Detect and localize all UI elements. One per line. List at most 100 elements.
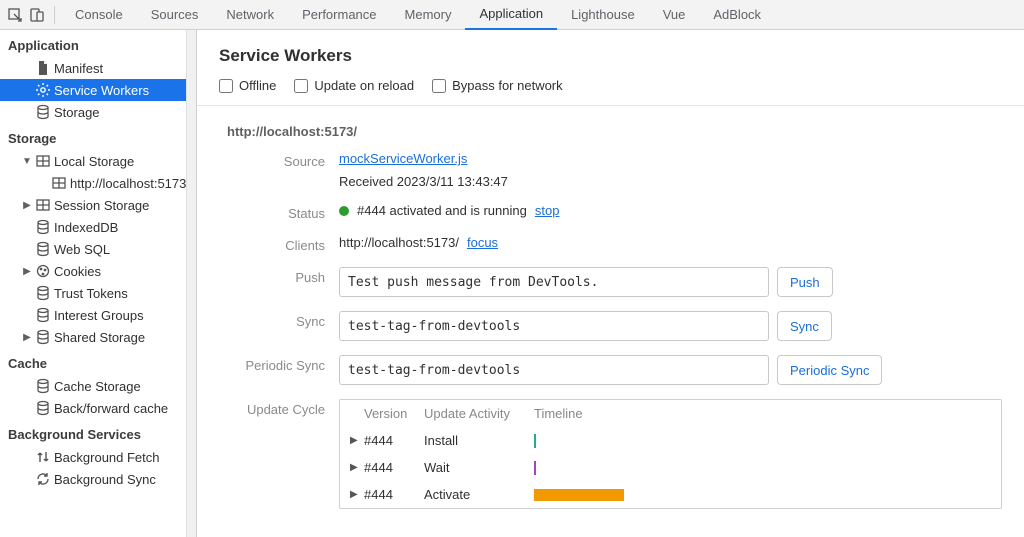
expand-arrow-icon[interactable]: ▶: [350, 489, 364, 500]
tab-network[interactable]: Network: [212, 0, 288, 30]
clients-label: Clients: [219, 235, 339, 253]
separator: [54, 6, 55, 24]
sidebar-item-label: Session Storage: [54, 198, 149, 213]
timeline-bar: [534, 461, 536, 475]
stop-link[interactable]: stop: [535, 203, 560, 218]
update-on-reload-checkbox[interactable]: Update on reload: [294, 78, 414, 93]
sidebar-item-http-localhost-5173-[interactable]: http://localhost:5173/: [0, 172, 196, 194]
sidebar-item-label: Web SQL: [54, 242, 110, 257]
sidebar-item-label: Back/forward cache: [54, 401, 168, 416]
sidebar-item-local-storage[interactable]: ▼Local Storage: [0, 150, 196, 172]
service-worker-options: Offline Update on reload Bypass for netw…: [197, 78, 1024, 106]
offline-checkbox[interactable]: Offline: [219, 78, 276, 93]
service-worker-origin: http://localhost:5173/: [227, 124, 1002, 139]
cookie-icon: [34, 263, 52, 279]
sidebar-item-background-sync[interactable]: Background Sync: [0, 468, 196, 490]
sidebar-item-label: Cache Storage: [54, 379, 141, 394]
client-url: http://localhost:5173/: [339, 235, 459, 250]
panel-title: Service Workers: [219, 46, 1002, 66]
col-activity: Update Activity: [424, 406, 534, 421]
sidebar-item-cache-storage[interactable]: Cache Storage: [0, 375, 196, 397]
sidebar-item-interest-groups[interactable]: Interest Groups: [0, 304, 196, 326]
sidebar-item-web-sql[interactable]: Web SQL: [0, 238, 196, 260]
sidebar-item-back-forward-cache[interactable]: Back/forward cache: [0, 397, 196, 419]
tab-application[interactable]: Application: [465, 0, 557, 30]
source-label: Source: [219, 151, 339, 169]
grid-icon: [50, 175, 68, 191]
update-cycle-row[interactable]: ▶#444Activate: [340, 481, 1001, 508]
inspect-element-icon[interactable]: [4, 4, 26, 26]
device-toolbar-icon[interactable]: [26, 4, 48, 26]
timeline-bar: [534, 489, 624, 501]
updown-icon: [34, 449, 52, 465]
db-icon: [34, 104, 52, 120]
tab-adblock[interactable]: AdBlock: [699, 0, 775, 30]
source-received-text: Received 2023/3/11 13:43:47: [339, 174, 1002, 189]
sync-button[interactable]: Sync: [777, 311, 832, 341]
tab-memory[interactable]: Memory: [391, 0, 466, 30]
sidebar-item-label: Cookies: [54, 264, 101, 279]
periodic-sync-button[interactable]: Periodic Sync: [777, 355, 882, 385]
expand-arrow-icon[interactable]: ▶: [22, 200, 32, 211]
expand-arrow-icon[interactable]: ▶: [22, 332, 32, 343]
sidebar-section-cache: Cache: [0, 348, 196, 375]
grid-icon: [34, 153, 52, 169]
sidebar-section-background-services: Background Services: [0, 419, 196, 446]
sidebar-item-cookies[interactable]: ▶ Cookies: [0, 260, 196, 282]
tab-console[interactable]: Console: [61, 0, 137, 30]
cycle-activity: Activate: [424, 487, 534, 502]
sidebar-section-storage: Storage: [0, 123, 196, 150]
gear-icon: [34, 82, 52, 98]
update-cycle-row[interactable]: ▶#444Install: [340, 427, 1001, 454]
expand-arrow-icon[interactable]: ▶: [22, 266, 32, 277]
sidebar-item-trust-tokens[interactable]: Trust Tokens: [0, 282, 196, 304]
sidebar-item-session-storage[interactable]: ▶ Session Storage: [0, 194, 196, 216]
sidebar-item-label: IndexedDB: [54, 220, 118, 235]
db-icon: [34, 241, 52, 257]
sidebar-item-label: Shared Storage: [54, 330, 145, 345]
sidebar-item-label: http://localhost:5173/: [70, 176, 190, 191]
sync-input[interactable]: [339, 311, 769, 341]
sync-icon: [34, 471, 52, 487]
cycle-timeline: [534, 461, 634, 475]
update-cycle-row[interactable]: ▶#444Wait: [340, 454, 1001, 481]
expand-arrow-icon[interactable]: ▶: [350, 435, 364, 446]
tab-lighthouse[interactable]: Lighthouse: [557, 0, 649, 30]
tab-sources[interactable]: Sources: [137, 0, 213, 30]
cycle-activity: Wait: [424, 460, 534, 475]
db-icon: [34, 400, 52, 416]
grid-icon: [34, 197, 52, 213]
application-sidebar: ApplicationManifestService WorkersStorag…: [0, 30, 197, 537]
push-input[interactable]: [339, 267, 769, 297]
tab-vue[interactable]: Vue: [649, 0, 700, 30]
cycle-activity: Install: [424, 433, 534, 448]
cycle-timeline: [534, 489, 634, 501]
expand-arrow-icon[interactable]: ▶: [350, 462, 364, 473]
sidebar-item-background-fetch[interactable]: Background Fetch: [0, 446, 196, 468]
sidebar-item-label: Manifest: [54, 61, 103, 76]
expand-arrow-icon[interactable]: ▼: [22, 156, 32, 167]
status-text: #444 activated and is running: [357, 203, 527, 218]
tab-performance[interactable]: Performance: [288, 0, 390, 30]
cycle-version: #444: [364, 487, 424, 502]
status-label: Status: [219, 203, 339, 221]
source-file-link[interactable]: mockServiceWorker.js: [339, 151, 1002, 166]
periodic-sync-input[interactable]: [339, 355, 769, 385]
sidebar-item-shared-storage[interactable]: ▶ Shared Storage: [0, 326, 196, 348]
cycle-timeline: [534, 434, 634, 448]
update-cycle-table: Version Update Activity Timeline ▶#444In…: [339, 399, 1002, 509]
sidebar-item-label: Trust Tokens: [54, 286, 128, 301]
db-icon: [34, 378, 52, 394]
push-label: Push: [219, 267, 339, 285]
cycle-version: #444: [364, 433, 424, 448]
timeline-bar: [534, 434, 536, 448]
sidebar-item-manifest[interactable]: Manifest: [0, 57, 196, 79]
bypass-for-network-checkbox[interactable]: Bypass for network: [432, 78, 563, 93]
file-icon: [34, 60, 52, 76]
col-version: Version: [364, 406, 424, 421]
sidebar-item-service-workers[interactable]: Service Workers: [0, 79, 196, 101]
sidebar-item-storage[interactable]: Storage: [0, 101, 196, 123]
push-button[interactable]: Push: [777, 267, 833, 297]
focus-link[interactable]: focus: [467, 235, 498, 250]
sidebar-item-indexeddb[interactable]: IndexedDB: [0, 216, 196, 238]
